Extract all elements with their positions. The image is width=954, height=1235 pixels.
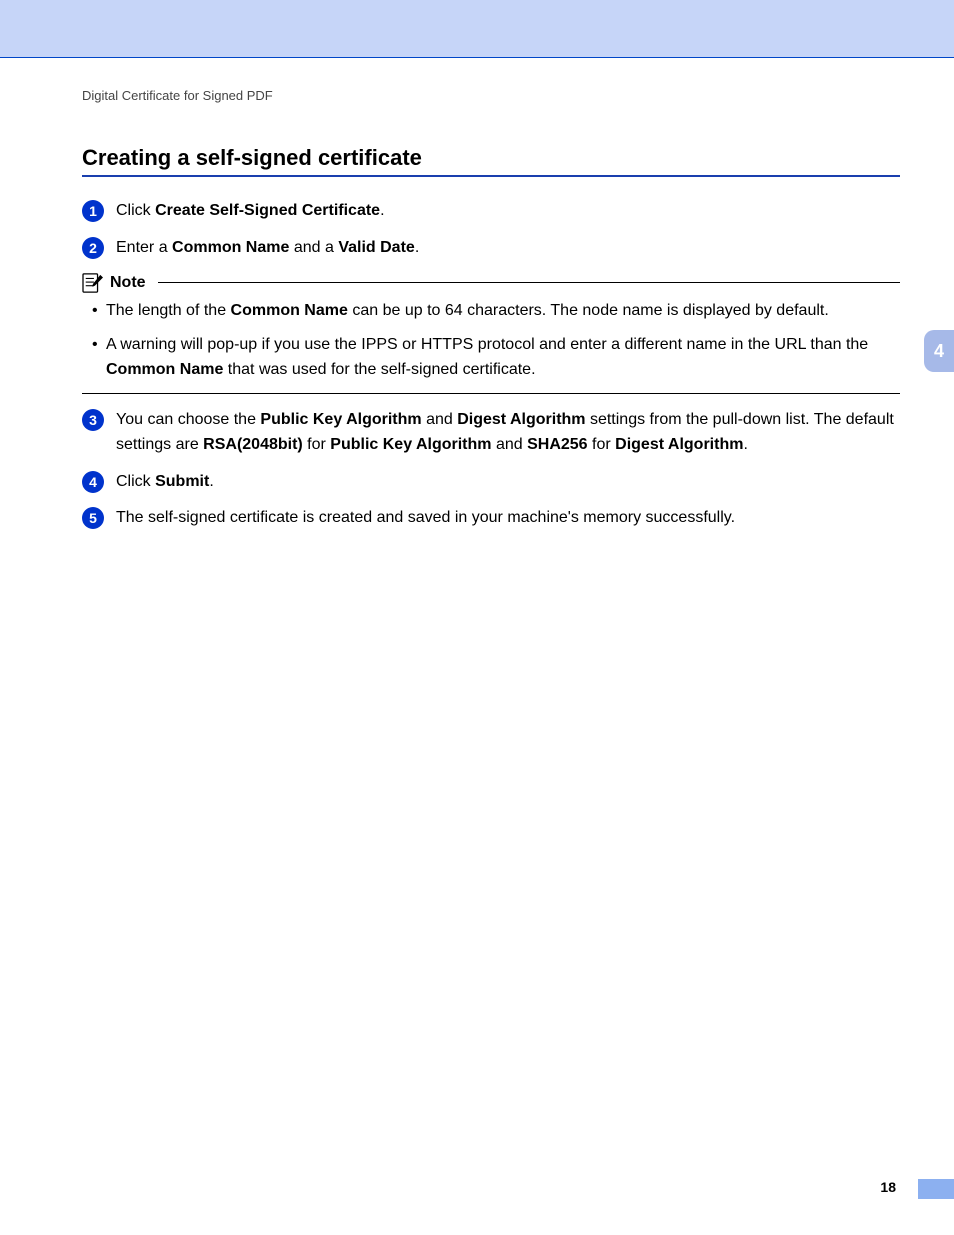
note-label: Note [110,274,146,292]
text: The length of the [106,302,231,319]
step-number-1: 1 [82,200,104,222]
step-number-3: 3 [82,409,104,431]
text: . [380,202,384,219]
note-items: • The length of the Common Name can be u… [82,293,900,383]
note-icon [82,273,104,293]
bullet-icon: • [92,299,106,324]
bullet-icon: • [92,333,106,383]
text: can be up to 64 characters. The node nam… [348,302,829,319]
note-top-rule [158,282,900,283]
bold: Common Name [106,361,223,378]
step-5: 5 The self-signed certificate is created… [82,506,900,531]
page-content: Digital Certificate for Signed PDF Creat… [0,58,954,543]
chapter-tab[interactable]: 4 [924,330,954,372]
step-2-text: Enter a Common Name and a Valid Date. [116,236,900,261]
step-3-text: You can choose the Public Key Algorithm … [116,408,900,458]
breadcrumb: Digital Certificate for Signed PDF [82,88,900,103]
note-block: Note • The length of the Common Name can… [82,273,900,394]
step-4: 4 Click Submit. [82,470,900,495]
note-item-2: • A warning will pop-up if you use the I… [92,333,900,383]
step-5-text: The self-signed certificate is created a… [116,506,900,531]
page-title: Creating a self-signed certificate [82,145,900,171]
heading-rule [82,175,900,177]
text: for [588,436,616,453]
note-item-1-text: The length of the Common Name can be up … [106,299,829,324]
step-1: 1 Click Create Self-Signed Certificate. [82,199,900,224]
bold: Public Key Algorithm [330,436,491,453]
text: A warning will pop-up if you use the IPP… [106,336,868,353]
bold: Digest Algorithm [457,411,585,428]
step-number-4: 4 [82,471,104,493]
note-header: Note [82,273,900,293]
bold: Public Key Algorithm [260,411,421,428]
page-strip [918,1179,954,1199]
text: . [415,239,419,256]
text: for [303,436,331,453]
text: and a [289,239,338,256]
bold: Digest Algorithm [615,436,743,453]
bold: Submit [155,473,209,490]
step-4-text: Click Submit. [116,470,900,495]
bold: Create Self-Signed Certificate [155,202,380,219]
bold: RSA(2048bit) [203,436,303,453]
page-number: 18 [880,1179,896,1195]
text: that was used for the self-signed certif… [223,361,535,378]
text: . [743,436,747,453]
bold: Valid Date [338,239,414,256]
note-item-1: • The length of the Common Name can be u… [92,299,900,324]
step-number-5: 5 [82,507,104,529]
bold: Common Name [172,239,289,256]
text: Click [116,202,155,219]
text: You can choose the [116,411,260,428]
bold: SHA256 [527,436,587,453]
header-bar [0,0,954,58]
text: and [492,436,528,453]
step-1-text: Click Create Self-Signed Certificate. [116,199,900,224]
text: Enter a [116,239,172,256]
text: and [422,411,458,428]
step-2: 2 Enter a Common Name and a Valid Date. [82,236,900,261]
step-number-2: 2 [82,237,104,259]
bold: Common Name [231,302,348,319]
note-item-2-text: A warning will pop-up if you use the IPP… [106,333,900,383]
step-3: 3 You can choose the Public Key Algorith… [82,408,900,458]
text: . [209,473,213,490]
note-bottom-rule [82,393,900,394]
text: Click [116,473,155,490]
